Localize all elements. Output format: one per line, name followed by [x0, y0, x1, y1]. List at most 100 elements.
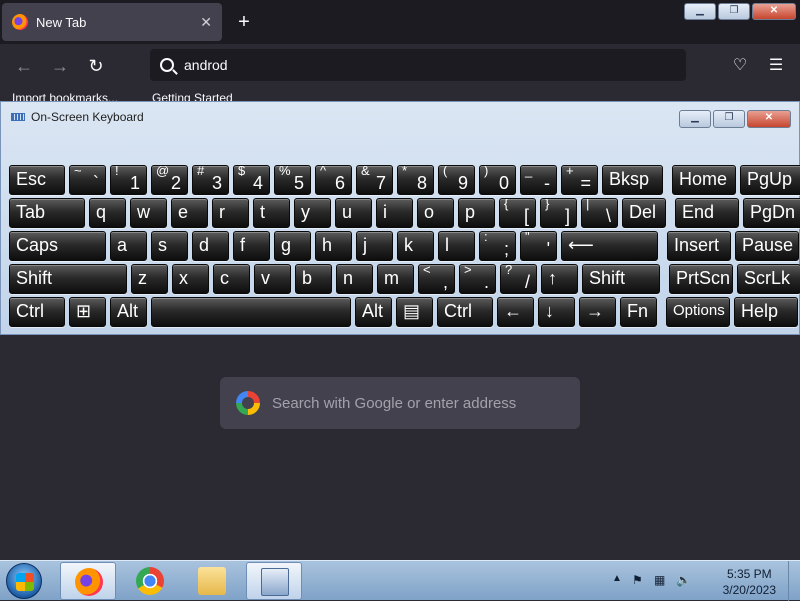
- key-1[interactable]: ! 1: [110, 165, 147, 195]
- key-7[interactable]: & 7: [356, 165, 393, 195]
- key-o[interactable]: o: [417, 198, 454, 228]
- key-symbol[interactable]: _ -: [520, 165, 557, 195]
- key-caps[interactable]: Caps: [9, 231, 106, 261]
- key-shift[interactable]: Shift: [582, 264, 660, 294]
- key-symbol[interactable]: ⟵: [561, 231, 658, 261]
- address-bar[interactable]: androd: [150, 49, 686, 81]
- key-symbol[interactable]: ↓: [538, 297, 575, 327]
- key-i[interactable]: i: [376, 198, 413, 228]
- key-scrlk[interactable]: ScrLk: [737, 264, 800, 294]
- key-9[interactable]: (9: [438, 165, 475, 195]
- key-pause[interactable]: Pause: [735, 231, 799, 261]
- key-b[interactable]: b: [295, 264, 332, 294]
- key-4[interactable]: $4: [233, 165, 270, 195]
- key-symbol[interactable]: ↑: [541, 264, 578, 294]
- key-del[interactable]: Del: [622, 198, 666, 228]
- menu-icon[interactable]: ☰: [764, 54, 788, 78]
- action-center-icon[interactable]: ⚑: [632, 573, 648, 589]
- show-desktop-button[interactable]: [788, 561, 800, 601]
- key-x[interactable]: x: [172, 264, 209, 294]
- osk-close-button[interactable]: ✕: [747, 110, 791, 128]
- key-fn[interactable]: Fn: [620, 297, 657, 327]
- key-symbol[interactable]: ⊞: [69, 297, 106, 327]
- key-space[interactable]: [151, 297, 351, 327]
- key-symbol[interactable]: →: [579, 297, 616, 327]
- taskbar-file-explorer[interactable]: [184, 562, 240, 600]
- key-home[interactable]: Home: [672, 165, 736, 195]
- show-hidden-icons-icon[interactable]: ▲: [612, 573, 622, 584]
- maximize-button[interactable]: ❐: [718, 3, 750, 20]
- key-0[interactable]: ) 0: [479, 165, 516, 195]
- pocket-icon[interactable]: ♡: [728, 54, 752, 78]
- network-icon[interactable]: ▦: [654, 573, 670, 589]
- key-pgup[interactable]: PgUp: [740, 165, 800, 195]
- key-bksp[interactable]: Bksp: [602, 165, 663, 195]
- key-tab[interactable]: Tab: [9, 198, 85, 228]
- key-e[interactable]: e: [171, 198, 208, 228]
- taskbar-firefox[interactable]: [60, 562, 116, 600]
- volume-muted-icon[interactable]: 🔈: [676, 573, 692, 589]
- key-symbol[interactable]: | \: [581, 198, 618, 228]
- key-n[interactable]: n: [336, 264, 373, 294]
- back-arrow-icon[interactable]: ←: [12, 54, 36, 78]
- key-ctrl[interactable]: Ctrl: [437, 297, 493, 327]
- key-v[interactable]: v: [254, 264, 291, 294]
- key-symbol[interactable]: ? /: [500, 264, 537, 294]
- key-s[interactable]: s: [151, 231, 188, 261]
- key-help[interactable]: Help: [734, 297, 798, 327]
- key-q[interactable]: q: [89, 198, 126, 228]
- key-symbol[interactable]: }]: [540, 198, 577, 228]
- key-r[interactable]: r: [212, 198, 249, 228]
- key-6[interactable]: ^ 6: [315, 165, 352, 195]
- key-2[interactable]: @2: [151, 165, 188, 195]
- key-f[interactable]: f: [233, 231, 270, 261]
- key-symbol[interactable]: :;: [479, 231, 516, 261]
- key-z[interactable]: z: [131, 264, 168, 294]
- key-symbol[interactable]: + =: [561, 165, 598, 195]
- minimize-button[interactable]: ▁: [684, 3, 716, 20]
- start-button[interactable]: [6, 563, 42, 599]
- key-g[interactable]: g: [274, 231, 311, 261]
- key-m[interactable]: m: [377, 264, 414, 294]
- key-j[interactable]: j: [356, 231, 393, 261]
- key-w[interactable]: w: [130, 198, 167, 228]
- key-u[interactable]: u: [335, 198, 372, 228]
- key-symbol[interactable]: ←: [497, 297, 534, 327]
- key-ctrl[interactable]: Ctrl: [9, 297, 65, 327]
- key-alt[interactable]: Alt: [110, 297, 147, 327]
- osk-maximize-button[interactable]: ❐: [713, 110, 745, 128]
- key-y[interactable]: y: [294, 198, 331, 228]
- close-button[interactable]: ✕: [752, 3, 796, 20]
- key-alt[interactable]: Alt: [355, 297, 392, 327]
- forward-arrow-icon[interactable]: →: [48, 54, 72, 78]
- key-symbol[interactable]: <,: [418, 264, 455, 294]
- key-options[interactable]: Options: [666, 297, 730, 327]
- key-insert[interactable]: Insert: [667, 231, 731, 261]
- key-5[interactable]: % 5: [274, 165, 311, 195]
- key-pgdn[interactable]: PgDn: [743, 198, 800, 228]
- google-search-box[interactable]: Search with Google or enter address: [220, 377, 580, 429]
- tab-close-icon[interactable]: ✕: [200, 14, 212, 31]
- key-p[interactable]: p: [458, 198, 495, 228]
- key-symbol[interactable]: ~ `: [69, 165, 106, 195]
- key-esc[interactable]: Esc: [9, 165, 65, 195]
- tab-new-tab[interactable]: New Tab ✕: [2, 3, 222, 41]
- key-shift[interactable]: Shift: [9, 264, 127, 294]
- key-prtscn[interactable]: PrtScn: [669, 264, 733, 294]
- key-h[interactable]: h: [315, 231, 352, 261]
- key-a[interactable]: a: [110, 231, 147, 261]
- key-k[interactable]: k: [397, 231, 434, 261]
- key-d[interactable]: d: [192, 231, 229, 261]
- reload-icon[interactable]: ↻: [84, 54, 108, 78]
- clock[interactable]: 5:35 PM 3/20/2023: [723, 566, 776, 598]
- key-end[interactable]: End: [675, 198, 739, 228]
- key-symbol[interactable]: >.: [459, 264, 496, 294]
- taskbar-chrome[interactable]: [122, 562, 178, 600]
- key-c[interactable]: c: [213, 264, 250, 294]
- key-symbol[interactable]: {[: [499, 198, 536, 228]
- key-symbol[interactable]: ▤: [396, 297, 433, 327]
- key-symbol[interactable]: " ': [520, 231, 557, 261]
- new-tab-button[interactable]: +: [232, 10, 256, 34]
- key-3[interactable]: #3: [192, 165, 229, 195]
- taskbar-on-screen-keyboard[interactable]: [246, 562, 302, 600]
